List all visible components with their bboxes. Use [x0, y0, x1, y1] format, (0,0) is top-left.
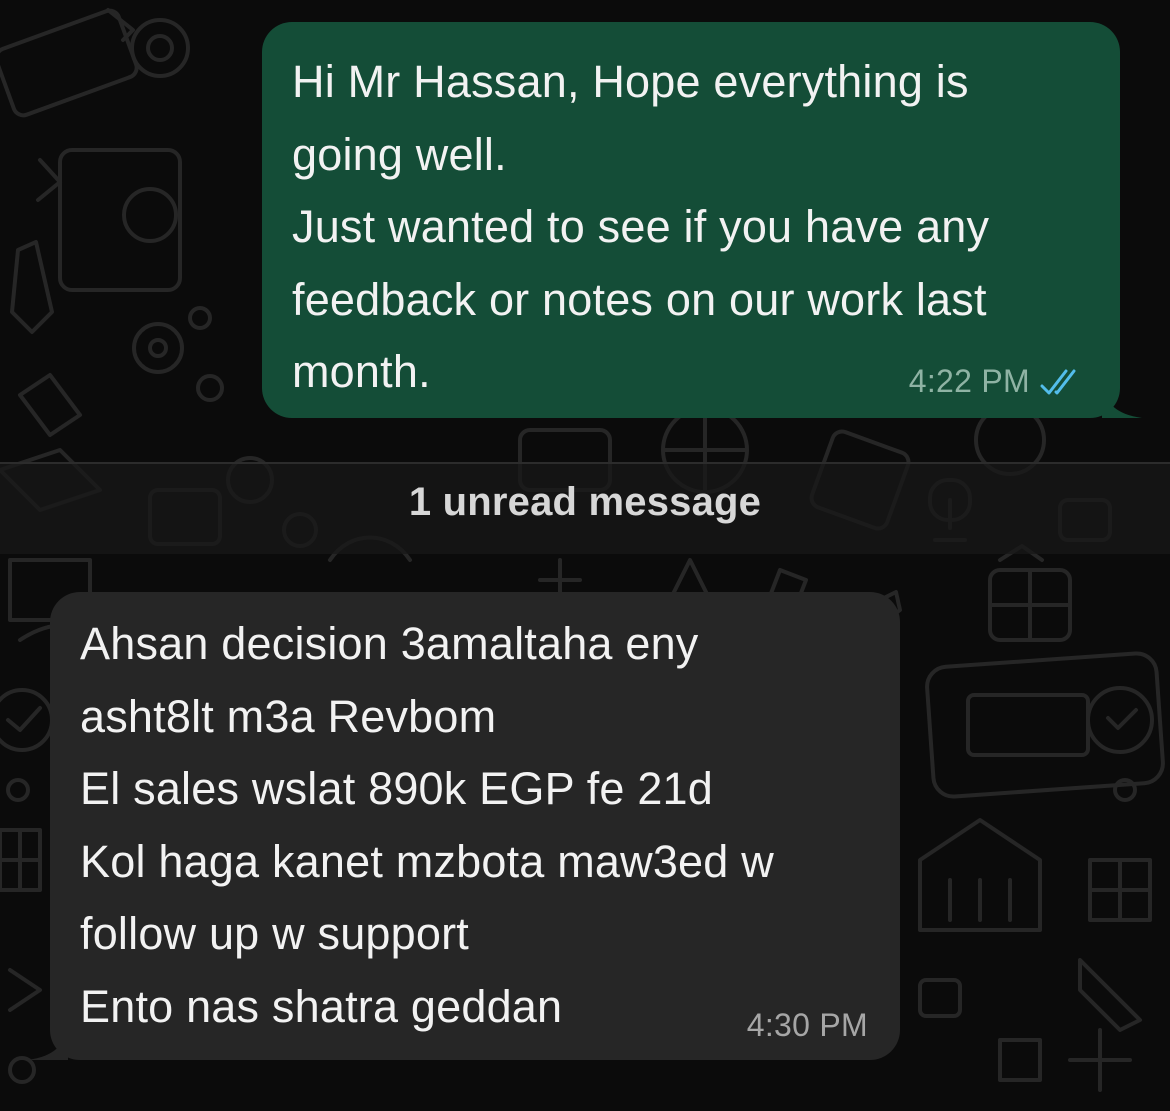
- message-line: asht8lt m3a Revbom: [80, 690, 497, 742]
- outgoing-message-text: Hi Mr Hassan, Hope everything is going w…: [292, 46, 1084, 409]
- incoming-message-meta: 4:30 PM: [747, 1007, 868, 1044]
- message-line: going well.: [292, 128, 507, 180]
- chat-area[interactable]: Hi Mr Hassan, Hope everything is going w…: [0, 0, 1170, 1111]
- incoming-message-text: Ahsan decision 3amaltaha eny asht8lt m3a…: [80, 608, 870, 1043]
- message-timestamp: 4:30 PM: [746, 1007, 868, 1043]
- unread-messages-label: 1 unread message: [408, 480, 762, 524]
- message-line: follow up w support: [80, 908, 470, 959]
- message-line: Ahsan decision 3amaltaha eny: [80, 618, 699, 669]
- message-line: Just wanted to see if you have any: [292, 201, 990, 252]
- bubble-tail: [1102, 384, 1142, 418]
- message-line: Kol haga kanet mzbota maw3ed w: [80, 835, 774, 887]
- outgoing-message-bubble[interactable]: Hi Mr Hassan, Hope everything is going w…: [262, 22, 1142, 418]
- bubble-tail: [28, 1026, 68, 1060]
- outgoing-message-meta: 4:22 PM: [909, 363, 1086, 400]
- message-line: El sales wslat 890k EGP fe 21d: [80, 763, 714, 814]
- message-line: feedback or notes on our work last: [292, 273, 987, 325]
- message-line: Hi Mr Hassan, Hope everything is: [292, 56, 969, 107]
- message-timestamp: 4:22 PM: [908, 363, 1030, 399]
- double-check-icon: [1040, 369, 1076, 394]
- incoming-message-bubble[interactable]: Ahsan decision 3amaltaha eny asht8lt m3a…: [28, 592, 900, 1060]
